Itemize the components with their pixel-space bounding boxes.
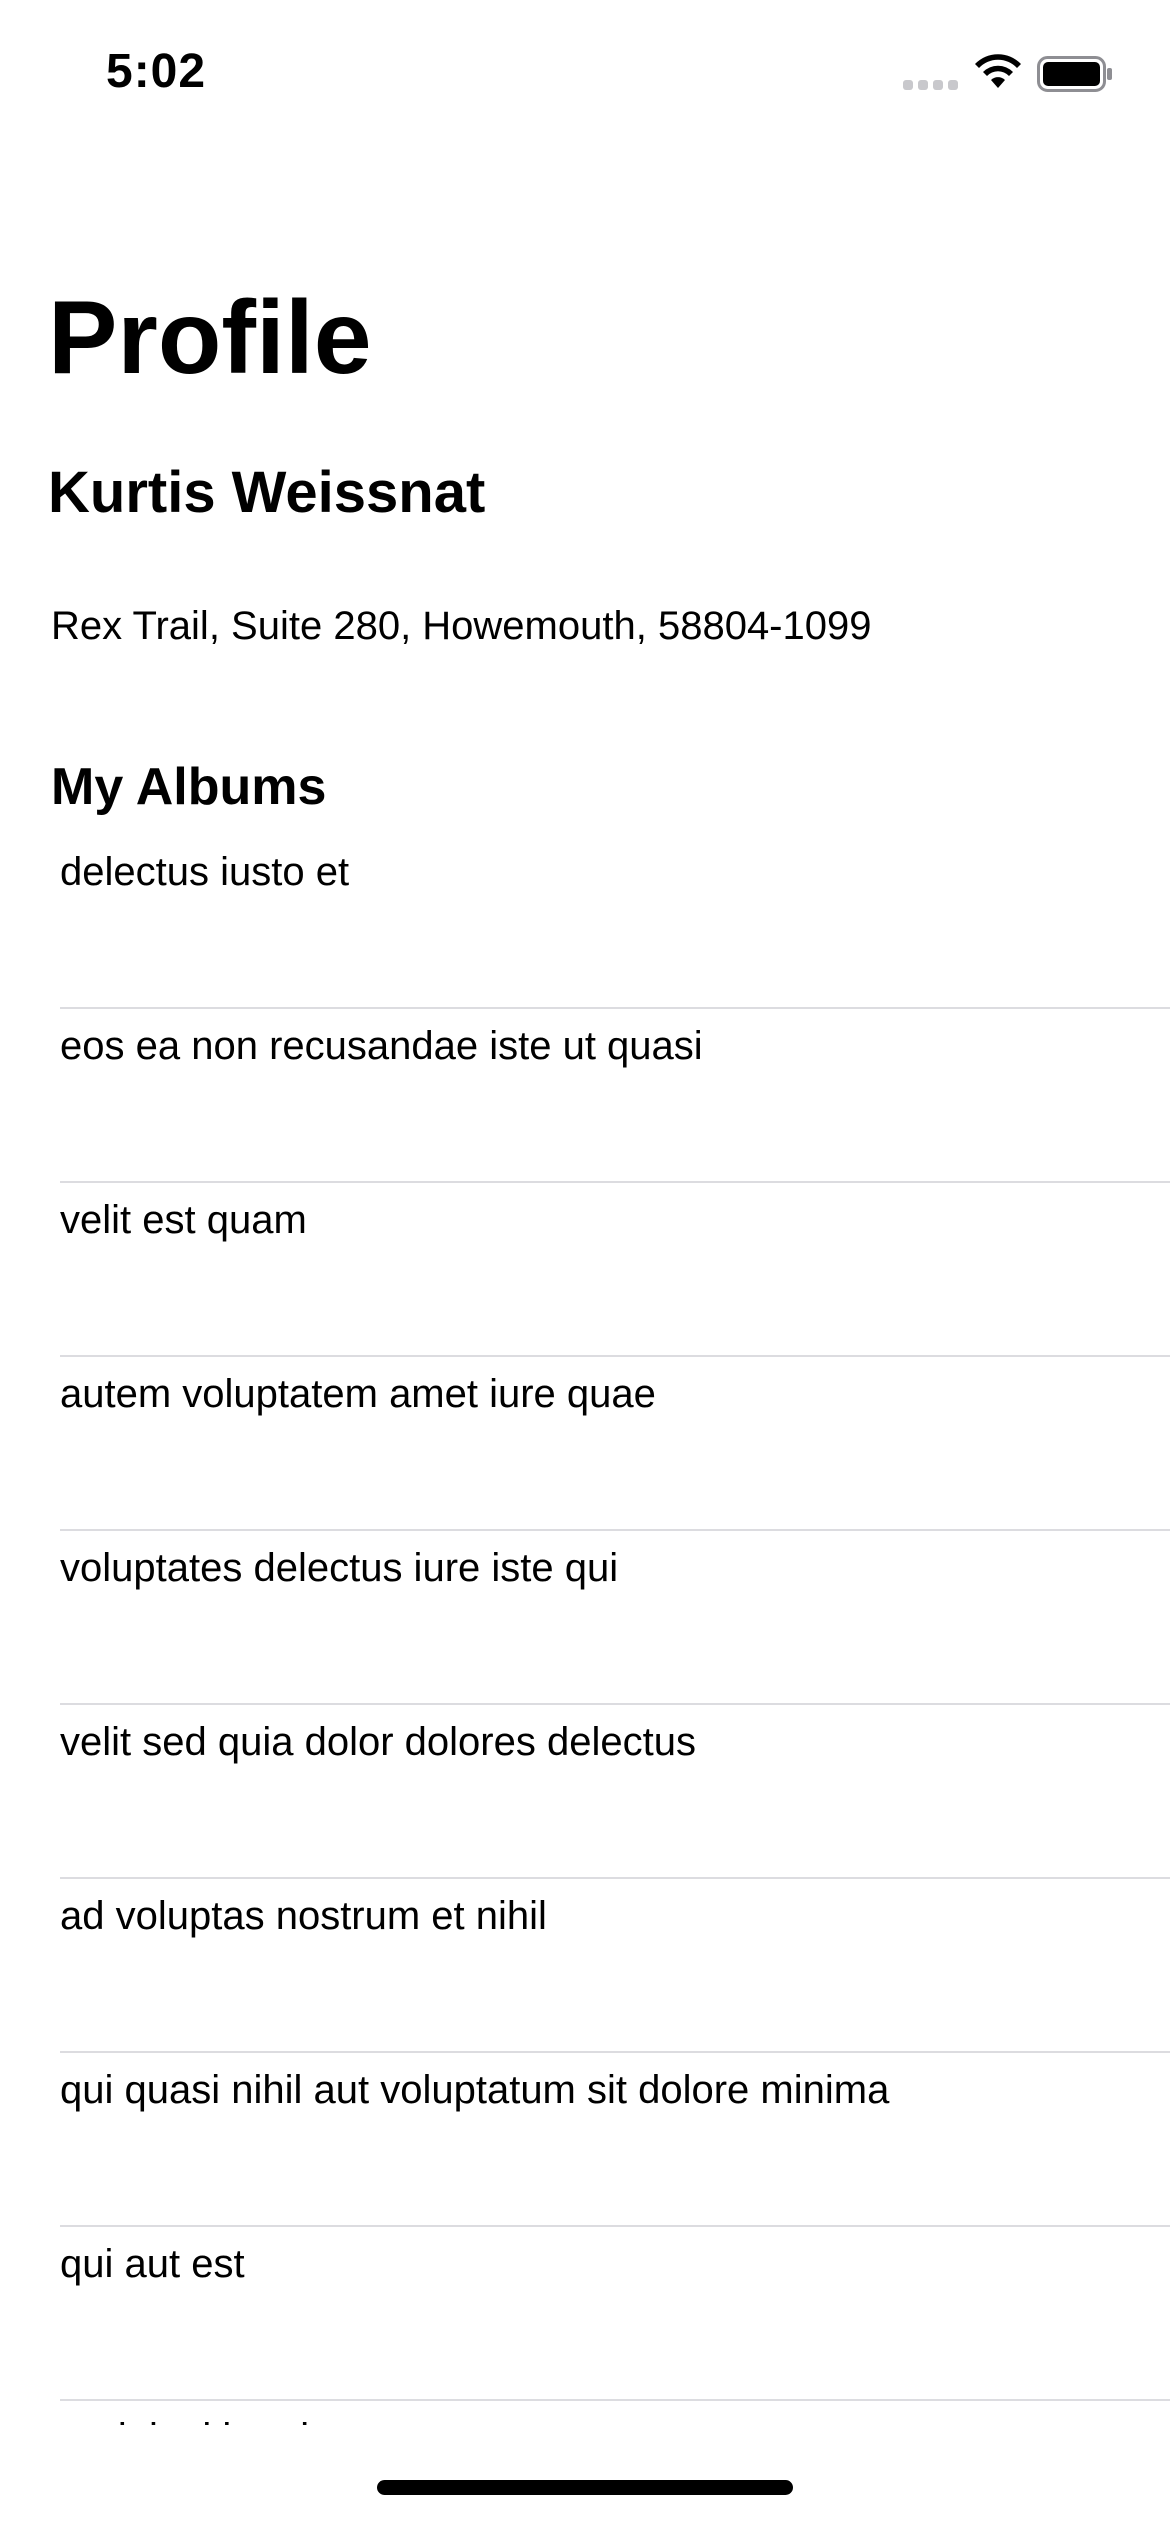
album-list[interactable]: delectus iusto et eos ea non recusandae … <box>0 835 1170 2425</box>
album-title: et deleniti unde <box>60 2413 331 2425</box>
home-indicator[interactable] <box>377 2480 793 2495</box>
album-title: ad voluptas nostrum et nihil <box>60 1894 547 1938</box>
album-row[interactable]: qui aut est <box>0 2227 1170 2401</box>
album-title: eos ea non recusandae iste ut quasi <box>60 1024 703 1068</box>
album-title: voluptates delectus iure iste qui <box>60 1546 619 1590</box>
album-row[interactable]: ad voluptas nostrum et nihil <box>0 1879 1170 2053</box>
album-row[interactable]: qui quasi nihil aut voluptatum sit dolor… <box>0 2053 1170 2227</box>
status-bar: 5:02 <box>0 0 1170 140</box>
battery-icon <box>1037 56 1112 92</box>
album-title: qui quasi nihil aut voluptatum sit dolor… <box>60 2068 890 2112</box>
album-row[interactable]: voluptates delectus iure iste qui <box>0 1531 1170 1705</box>
album-row[interactable]: autem voluptatem amet iure quae <box>0 1357 1170 1531</box>
album-row[interactable]: velit est quam <box>0 1183 1170 1357</box>
album-row[interactable]: velit sed quia dolor dolores delectus <box>0 1705 1170 1879</box>
album-title: autem voluptatem amet iure quae <box>60 1372 656 1416</box>
profile-address: Rex Trail, Suite 280, Howemouth, 58804-1… <box>51 604 872 648</box>
wifi-icon <box>975 54 1021 88</box>
album-row[interactable]: delectus iusto et <box>0 835 1170 1009</box>
profile-name: Kurtis Weissnat <box>48 460 486 525</box>
album-title: qui aut est <box>60 2242 245 2286</box>
album-title: delectus iusto et <box>60 850 350 894</box>
signal-icon <box>903 80 959 92</box>
album-title: velit sed quia dolor dolores delectus <box>60 1720 696 1764</box>
album-row[interactable]: et deleniti unde <box>0 2401 1170 2425</box>
album-title: velit est quam <box>60 1198 307 1242</box>
status-time: 5:02 <box>106 45 207 98</box>
album-row[interactable]: eos ea non recusandae iste ut quasi <box>0 1009 1170 1183</box>
page-title: Profile <box>48 280 372 396</box>
albums-section-title: My Albums <box>51 758 327 816</box>
